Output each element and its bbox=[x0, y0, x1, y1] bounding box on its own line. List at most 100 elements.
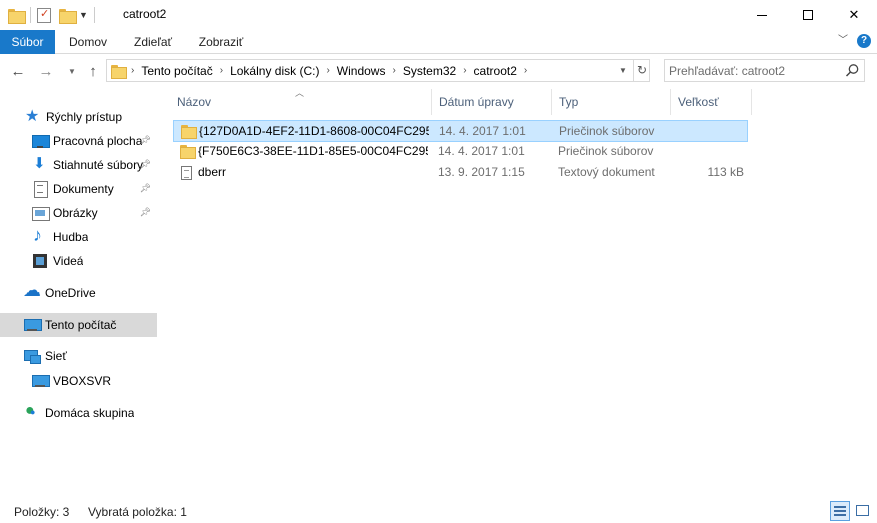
breadcrumb-local-disk[interactable]: Lokálny disk (C:) bbox=[230, 64, 319, 78]
customize-toolbar-icon[interactable]: ▼ bbox=[79, 10, 88, 20]
pin-icon[interactable]: 📌︎ bbox=[140, 159, 151, 170]
tab-home[interactable]: Domov bbox=[56, 30, 120, 54]
properties-icon[interactable] bbox=[37, 7, 51, 23]
breadcrumb-system32[interactable]: System32 bbox=[403, 64, 456, 78]
search-input[interactable] bbox=[669, 62, 839, 79]
folder-icon[interactable] bbox=[8, 8, 26, 24]
table-row[interactable]: {127D0A1D-4EF2-11D1-8608-00C04FC295... 1… bbox=[173, 120, 748, 142]
file-type: Textový dokument bbox=[558, 165, 655, 179]
tab-view[interactable]: Zobraziť bbox=[186, 30, 256, 54]
help-icon[interactable]: ? bbox=[857, 34, 871, 48]
nav-downloads[interactable]: Stiahnuté súbory 📌︎ bbox=[0, 153, 157, 177]
nav-network[interactable]: Sieť bbox=[0, 344, 157, 368]
maximize-button[interactable] bbox=[785, 0, 831, 30]
minimize-icon bbox=[757, 14, 767, 16]
music-icon bbox=[32, 225, 48, 246]
breadcrumb-catroot2[interactable]: catroot2 bbox=[474, 64, 517, 78]
column-size[interactable]: Veľkosť bbox=[671, 89, 752, 115]
table-row[interactable]: dberr 13. 9. 2017 1:15 Textový dokument … bbox=[173, 162, 748, 184]
selected-count: Vybratá položka: 1 bbox=[88, 505, 187, 519]
chevron-right-icon[interactable]: › bbox=[463, 65, 466, 76]
download-icon bbox=[32, 154, 48, 173]
star-icon bbox=[25, 106, 41, 126]
nav-this-pc[interactable]: Tento počítač bbox=[0, 313, 157, 337]
breadcrumb-windows[interactable]: Windows bbox=[337, 64, 386, 78]
tab-file[interactable]: Súbor bbox=[0, 30, 55, 54]
chevron-right-icon[interactable]: › bbox=[131, 65, 134, 76]
file-name: {F750E6C3-38EE-11D1-85E5-00C04FC295... bbox=[198, 144, 428, 158]
column-name[interactable]: ︿ Názov bbox=[170, 88, 432, 115]
video-icon bbox=[32, 253, 48, 269]
computer-icon bbox=[24, 317, 42, 333]
details-view-button[interactable] bbox=[830, 501, 850, 521]
nav-documents[interactable]: Dokumenty 📌︎ bbox=[0, 177, 157, 201]
nav-music[interactable]: Hudba bbox=[0, 225, 157, 249]
nav-pictures[interactable]: Obrázky 📌︎ bbox=[0, 201, 157, 225]
quick-access-toolbar: ▼ bbox=[8, 6, 101, 24]
chevron-right-icon[interactable]: › bbox=[220, 65, 223, 76]
text-file-icon bbox=[181, 166, 192, 180]
nav-homegroup[interactable]: Domáca skupina bbox=[0, 401, 157, 425]
pictures-icon bbox=[32, 205, 50, 221]
chevron-right-icon[interactable]: › bbox=[326, 65, 329, 76]
column-type[interactable]: Typ bbox=[552, 89, 671, 115]
item-count: Položky: 3 bbox=[14, 505, 70, 519]
pin-icon[interactable]: 📌︎ bbox=[140, 183, 151, 194]
file-size bbox=[669, 121, 745, 143]
up-button[interactable]: ↑ bbox=[84, 63, 102, 81]
pin-icon[interactable]: 📌︎ bbox=[140, 207, 151, 218]
column-date-modified[interactable]: Dátum úpravy bbox=[432, 89, 552, 115]
toolbar-separator bbox=[30, 7, 31, 23]
file-date: 14. 4. 2017 1:01 bbox=[439, 124, 526, 138]
refresh-icon[interactable]: ↻ bbox=[633, 60, 650, 81]
file-list: ︿ Názov Dátum úpravy Typ Veľkosť {127D0A… bbox=[170, 88, 877, 489]
desktop-icon bbox=[32, 133, 50, 149]
toolbar-separator bbox=[93, 7, 95, 23]
search-box[interactable] bbox=[664, 59, 865, 82]
folder-icon bbox=[180, 145, 196, 159]
nav-onedrive[interactable]: OneDrive bbox=[0, 280, 157, 305]
close-button[interactable]: ✕ bbox=[831, 0, 877, 30]
back-button[interactable]: ← bbox=[9, 63, 27, 81]
close-icon: ✕ bbox=[848, 7, 860, 22]
tab-share[interactable]: Zdieľať bbox=[120, 30, 186, 54]
folder-icon bbox=[181, 125, 197, 139]
address-bar[interactable]: › Tento počítač › Lokálny disk (C:) › Wi… bbox=[106, 59, 650, 82]
forward-button[interactable]: → bbox=[37, 63, 55, 81]
maximize-icon bbox=[803, 10, 813, 20]
file-date: 14. 4. 2017 1:01 bbox=[438, 144, 525, 158]
folder-icon bbox=[111, 64, 127, 79]
column-header-row: ︿ Názov Dátum úpravy Typ Veľkosť bbox=[170, 88, 752, 115]
minimize-button[interactable] bbox=[739, 0, 785, 30]
recent-locations-icon[interactable]: ▼ bbox=[63, 63, 81, 81]
address-history-icon[interactable]: ▼ bbox=[616, 62, 630, 80]
new-folder-icon[interactable] bbox=[59, 8, 77, 24]
network-icon bbox=[24, 348, 41, 364]
large-icons-view-icon bbox=[856, 505, 869, 516]
status-bar: Položky: 3 Vybratá položka: 1 bbox=[0, 500, 877, 523]
breadcrumb-this-pc[interactable]: Tento počítač bbox=[141, 64, 212, 78]
file-name: dberr bbox=[198, 165, 227, 179]
homegroup-icon bbox=[24, 402, 40, 421]
title-bar: ▼ catroot2 ✕ bbox=[0, 0, 877, 30]
navigation-bar: ← → ▼ ↑ › Tento počítač › Lokálny disk (… bbox=[0, 54, 877, 89]
file-size bbox=[668, 141, 744, 163]
file-name: {127D0A1D-4EF2-11D1-8608-00C04FC295... bbox=[199, 124, 429, 138]
chevron-right-icon[interactable]: › bbox=[392, 65, 395, 76]
expand-ribbon-icon[interactable]: ﹀ bbox=[836, 34, 850, 48]
computer-icon bbox=[32, 373, 50, 389]
file-type: Priečinok súborov bbox=[558, 144, 654, 158]
file-date: 13. 9. 2017 1:15 bbox=[438, 165, 525, 179]
pin-icon[interactable]: 📌︎ bbox=[140, 135, 151, 146]
table-row[interactable]: {F750E6C3-38EE-11D1-85E5-00C04FC295... 1… bbox=[173, 141, 748, 163]
nav-desktop[interactable]: Pracovná plocha 📌︎ bbox=[0, 129, 157, 153]
large-icons-view-button[interactable] bbox=[853, 501, 873, 521]
search-icon[interactable] bbox=[845, 63, 860, 78]
file-type: Priečinok súborov bbox=[559, 124, 655, 138]
nav-quick-access[interactable]: Rýchly prístup bbox=[0, 105, 157, 129]
nav-vboxsvr[interactable]: VBOXSVR bbox=[0, 369, 157, 393]
nav-videos[interactable]: Videá bbox=[0, 249, 157, 273]
cloud-icon bbox=[23, 280, 41, 301]
chevron-right-icon[interactable]: › bbox=[524, 65, 527, 76]
ribbon-tabs: Súbor Domov Zdieľať Zobraziť ﹀ ? bbox=[0, 30, 877, 54]
